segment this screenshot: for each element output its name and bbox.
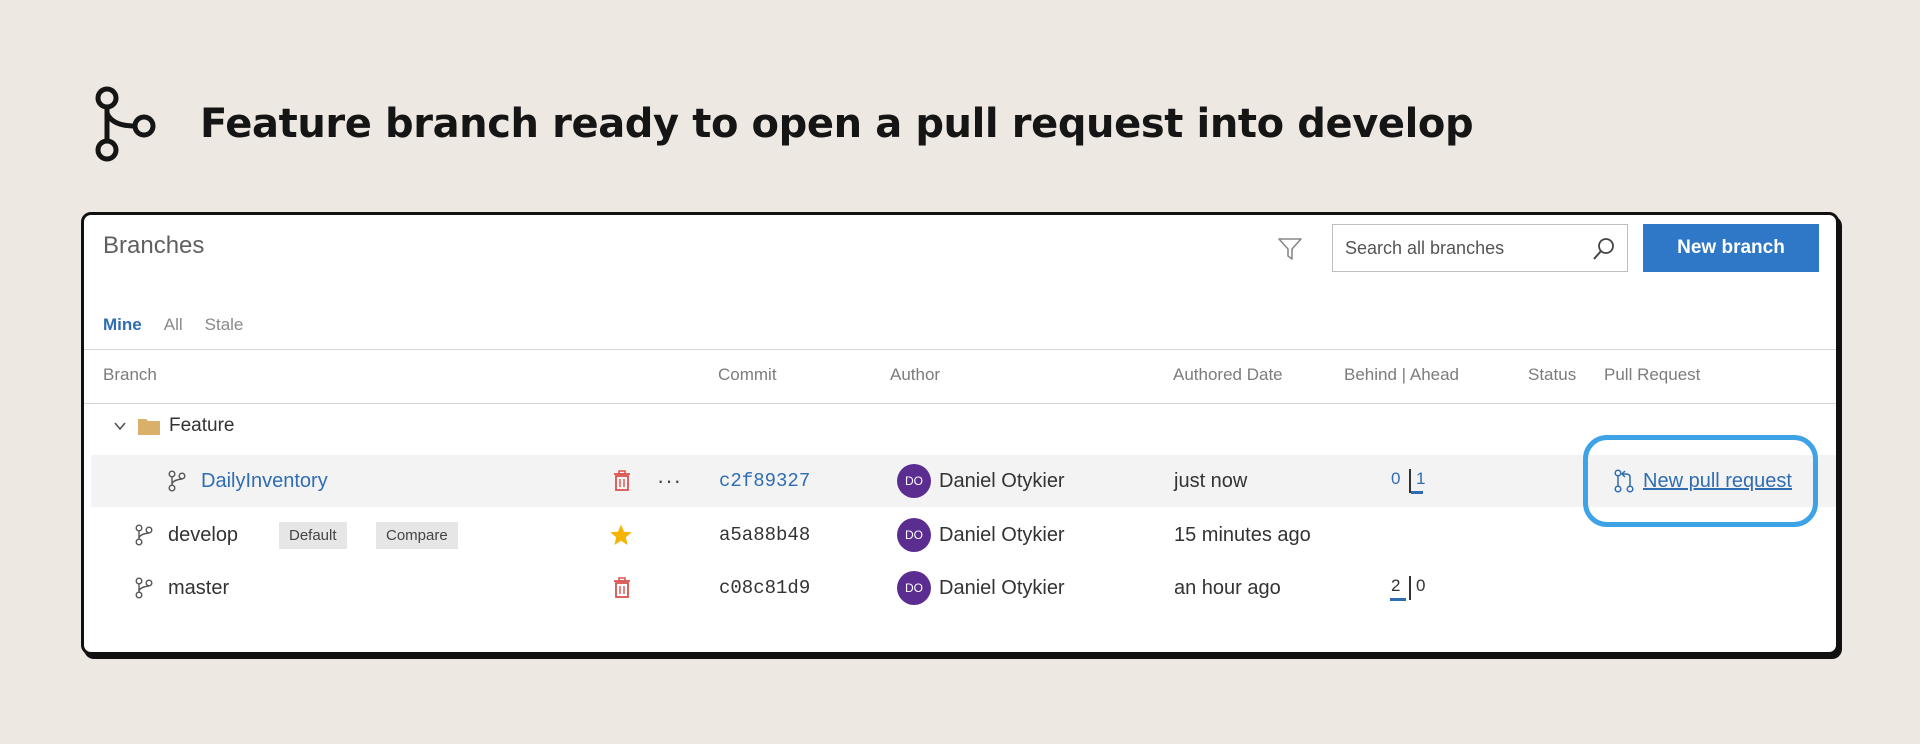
branches-panel: Branches New branch Mine All Stale Branc…: [81, 212, 1839, 655]
column-header-status[interactable]: Status: [1528, 365, 1576, 385]
search-input[interactable]: [1333, 225, 1583, 271]
commit-id[interactable]: c2f89327: [719, 470, 810, 492]
tab-all[interactable]: All: [164, 315, 183, 335]
branch-name[interactable]: master: [168, 577, 229, 600]
behind-bar: [1390, 598, 1406, 601]
author-name: Daniel Otykier: [939, 523, 1065, 546]
caption-title: Feature branch ready to open a pull requ…: [200, 101, 1474, 147]
star-icon[interactable]: [609, 523, 633, 547]
divider: [84, 403, 1836, 404]
column-header-commit[interactable]: Commit: [718, 365, 777, 385]
table-row[interactable]: master c08c81d9 DO Daniel Otykier an hou…: [91, 562, 1836, 614]
author-name: Daniel Otykier: [939, 469, 1065, 492]
authored-date: just now: [1174, 469, 1248, 492]
behind-ahead-indicator: 0 1: [1389, 466, 1449, 496]
tab-stale[interactable]: Stale: [205, 315, 244, 335]
trash-icon[interactable]: [613, 470, 631, 492]
search-box[interactable]: [1332, 224, 1628, 272]
git-branch-icon: [95, 86, 156, 162]
table-row[interactable]: DailyInventory ··· c2f89327 DO Daniel Ot…: [91, 455, 1836, 507]
ahead-count: 0: [1416, 576, 1426, 595]
branch-tabs: Mine All Stale: [103, 315, 265, 335]
avatar: DO: [897, 518, 931, 552]
behind-count: 0: [1391, 469, 1401, 488]
commit-id[interactable]: a5a88b48: [719, 524, 810, 546]
author-name: Daniel Otykier: [939, 576, 1065, 599]
filter-icon[interactable]: [1277, 236, 1303, 262]
behind-ahead-divider: [1409, 469, 1411, 493]
default-badge: Default: [279, 521, 347, 549]
chevron-down-icon[interactable]: [112, 418, 128, 434]
pull-request-icon: [1614, 469, 1634, 493]
group-label: Feature: [169, 415, 235, 436]
commit-id[interactable]: c08c81d9: [719, 577, 810, 599]
table-row[interactable]: develop Default Compare a5a88b48 DO Dani…: [91, 509, 1836, 561]
panel-title: Branches: [103, 232, 205, 259]
branch-icon: [135, 524, 153, 546]
column-header-authored-date[interactable]: Authored Date: [1173, 365, 1283, 385]
ahead-count: 1: [1416, 469, 1426, 488]
column-header-behind-ahead[interactable]: Behind | Ahead: [1344, 365, 1459, 385]
folder-icon: [138, 419, 160, 435]
column-header-author[interactable]: Author: [890, 365, 940, 385]
ahead-bar: [1411, 491, 1423, 494]
branch-name-link[interactable]: DailyInventory: [201, 470, 328, 493]
avatar: DO: [897, 464, 931, 498]
trash-icon[interactable]: [613, 577, 631, 599]
behind-count: 2: [1391, 576, 1401, 595]
column-header-pull-request[interactable]: Pull Request: [1604, 365, 1700, 385]
compare-badge[interactable]: Compare: [376, 521, 458, 549]
branch-icon: [135, 577, 153, 599]
authored-date: an hour ago: [1174, 576, 1281, 599]
new-branch-button[interactable]: New branch: [1643, 224, 1819, 272]
divider: [84, 349, 1836, 350]
pull-request-label[interactable]: New pull request: [1643, 470, 1792, 493]
behind-ahead-divider: [1409, 576, 1411, 600]
behind-ahead-indicator: 2 0: [1389, 573, 1449, 603]
caption-header: Feature branch ready to open a pull requ…: [92, 84, 1474, 164]
branch-icon: [168, 470, 186, 492]
column-header-branch[interactable]: Branch: [103, 365, 157, 385]
branch-group-feature[interactable]: Feature: [112, 415, 234, 437]
branch-name[interactable]: develop: [168, 524, 238, 547]
avatar: DO: [897, 571, 931, 605]
more-options-icon[interactable]: ···: [657, 468, 682, 494]
new-pull-request-link[interactable]: New pull request: [1613, 469, 1792, 493]
tab-mine[interactable]: Mine: [103, 315, 142, 335]
search-icon[interactable]: [1591, 236, 1617, 262]
authored-date: 15 minutes ago: [1174, 523, 1311, 546]
